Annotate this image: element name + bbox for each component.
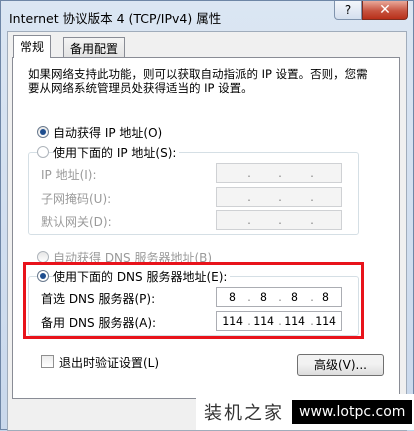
tab-alternate-config[interactable]: 备用配置 [63, 37, 126, 58]
radio-manual-ip[interactable] [37, 146, 49, 158]
tab-general[interactable]: 常规 [13, 35, 52, 58]
watermark-url: www.lotpc.com [292, 400, 413, 424]
validate-label: 退出时验证设置(L) [59, 356, 160, 370]
subnet-mask-field: ... [216, 187, 342, 207]
help-button[interactable]: ? [334, 1, 362, 20]
manual-ip-label: 使用下面的 IP 地址(S): [53, 144, 180, 161]
subnet-mask-label: 子网掩码(U): [41, 192, 112, 206]
ip-address-field: ... [216, 163, 342, 183]
description-text: 如果网络支持此功能，则可以获取自动指派的 IP 设置。否则，您需要从网络系统管理… [28, 67, 368, 95]
gateway-field: ... [216, 210, 342, 230]
watermark-text: 装机之家 [204, 403, 284, 424]
radio-auto-ip[interactable] [37, 126, 49, 138]
watermark: 装机之家 www.lotpc.com [196, 394, 414, 430]
close-button[interactable]: ✕ [362, 1, 408, 20]
validate-checkbox[interactable] [41, 355, 54, 368]
ip-address-label: IP 地址(I): [41, 168, 97, 182]
window-title: Internet 协议版本 4 (TCP/IPv4) 属性 [9, 11, 222, 26]
advanced-button[interactable]: 高级(V)... [297, 354, 384, 376]
dns-highlight-box [23, 262, 364, 339]
title-bar[interactable]: Internet 协议版本 4 (TCP/IPv4) 属性 ? ✕ [1, 1, 413, 31]
auto-ip-label: 自动获得 IP 地址(O) [53, 126, 163, 140]
gateway-label: 默认网关(D): [41, 215, 112, 229]
